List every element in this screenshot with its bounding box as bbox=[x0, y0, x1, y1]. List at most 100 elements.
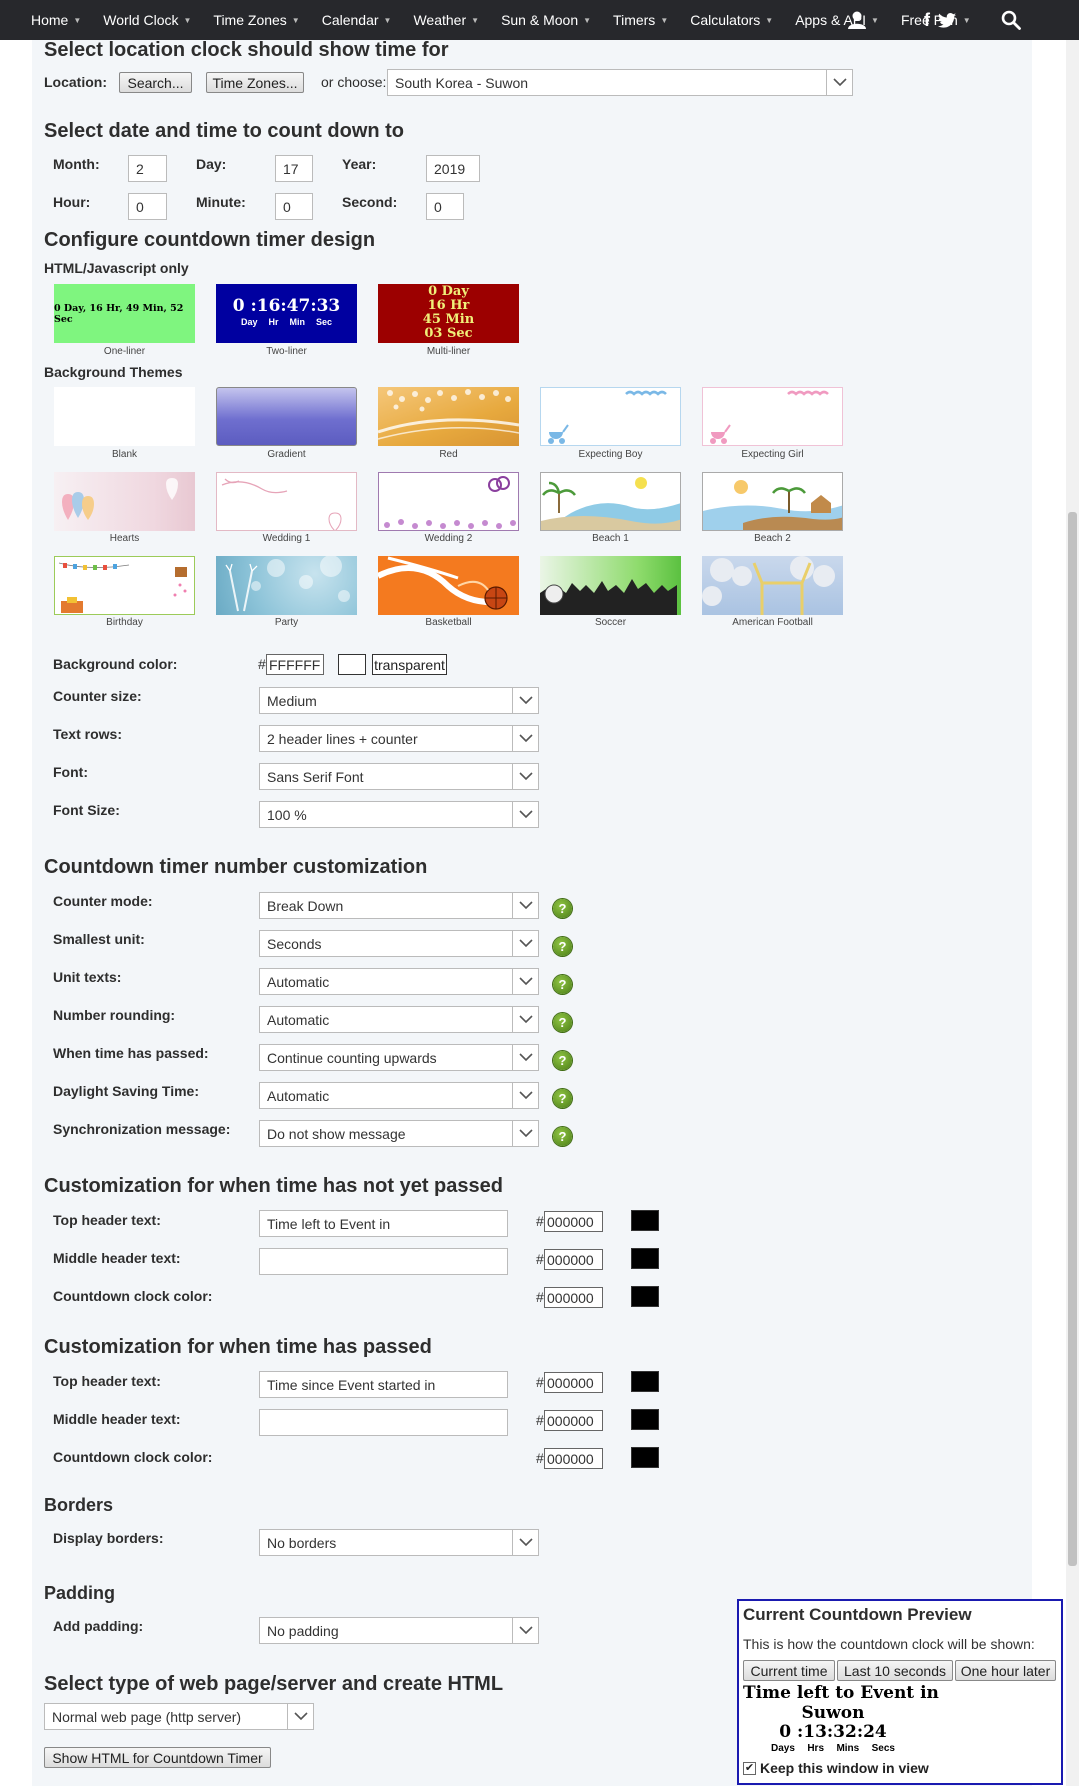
location-select[interactable]: South Korea - Suwon bbox=[387, 69, 853, 96]
nav-time-zones[interactable]: Time Zones ▼ bbox=[202, 0, 310, 40]
number-rounding-select[interactable]: Automatic bbox=[259, 1006, 539, 1033]
chevron-down-icon bbox=[287, 1704, 313, 1729]
not-passed-top-header-input[interactable]: Time left to Event in bbox=[259, 1210, 508, 1237]
nav-home[interactable]: Home ▼ bbox=[0, 0, 92, 40]
second-field[interactable]: 0 bbox=[426, 193, 464, 220]
sync-message-value: Do not show message bbox=[267, 1125, 406, 1142]
multi-liner-caption: Multi-liner bbox=[426, 346, 471, 357]
show-html-button[interactable]: Show HTML for Countdown Timer bbox=[44, 1747, 271, 1768]
nav-world-clock[interactable]: World Clock ▼ bbox=[92, 0, 202, 40]
theme-expecting-boy-thumb[interactable] bbox=[540, 387, 681, 446]
theme-gradient-thumb[interactable] bbox=[216, 387, 357, 446]
not-passed-middle-label: Middle header text: bbox=[53, 1250, 181, 1266]
help-icon[interactable]: ? bbox=[553, 937, 572, 956]
theme-party-thumb[interactable] bbox=[216, 556, 357, 615]
passed-middle-header-input[interactable] bbox=[259, 1409, 508, 1436]
help-icon[interactable]: ? bbox=[553, 899, 572, 918]
theme-beach-2-thumb[interactable] bbox=[702, 472, 843, 531]
not-passed-middle-color-field[interactable]: 000000 bbox=[544, 1249, 603, 1270]
year-field[interactable]: 2019 bbox=[426, 155, 480, 182]
passed-top-color-field[interactable]: 000000 bbox=[544, 1372, 603, 1393]
not-passed-heading: Customization for when time has not yet … bbox=[44, 1175, 503, 1197]
passed-top-color-swatch[interactable] bbox=[631, 1371, 659, 1392]
help-icon[interactable]: ? bbox=[553, 1089, 572, 1108]
scrollbar-thumb[interactable] bbox=[1068, 512, 1077, 1566]
nav-calculators[interactable]: Calculators ▼ bbox=[679, 0, 784, 40]
minute-field[interactable]: 0 bbox=[275, 193, 313, 220]
help-icon[interactable]: ? bbox=[553, 1127, 572, 1146]
keep-in-view-checkbox[interactable]: ✔ bbox=[743, 1762, 756, 1775]
not-passed-middle-header-input[interactable] bbox=[259, 1248, 508, 1275]
theme-blank-thumb[interactable] bbox=[54, 387, 195, 446]
theme-expecting-girl-thumb[interactable] bbox=[702, 387, 843, 446]
one-liner-caption: One-liner bbox=[103, 346, 146, 357]
nav-sun-moon-label: Sun & Moon bbox=[501, 12, 579, 28]
nav-weather[interactable]: Weather ▼ bbox=[402, 0, 490, 40]
html-js-heading: HTML/Javascript only bbox=[44, 260, 189, 276]
not-passed-top-color-swatch[interactable] bbox=[631, 1210, 659, 1231]
theme-caption: Wedding 2 bbox=[424, 533, 473, 544]
not-passed-clock-color-swatch[interactable] bbox=[631, 1286, 659, 1307]
passed-middle-color-swatch[interactable] bbox=[631, 1409, 659, 1430]
transparent-button[interactable]: transparent bbox=[372, 654, 447, 675]
font-size-select[interactable]: 100 % bbox=[259, 801, 539, 828]
nav-sun-moon[interactable]: Sun & Moon ▼ bbox=[490, 0, 602, 40]
not-passed-middle-color-swatch[interactable] bbox=[631, 1248, 659, 1269]
preview-current-time-button[interactable]: Current time bbox=[743, 1660, 835, 1681]
preview-last-10-seconds-button[interactable]: Last 10 seconds bbox=[837, 1660, 953, 1681]
time-passed-select[interactable]: Continue counting upwards bbox=[259, 1044, 539, 1071]
sync-message-select[interactable]: Do not show message bbox=[259, 1120, 539, 1147]
bg-color-swatch[interactable] bbox=[338, 654, 366, 675]
bg-color-field[interactable]: FFFFFF bbox=[266, 654, 324, 675]
style-multi-liner-thumb[interactable]: 0 Day 16 Hr 45 Min 03 Sec bbox=[378, 284, 519, 343]
not-passed-top-color-field[interactable]: 000000 bbox=[544, 1211, 603, 1232]
help-icon[interactable]: ? bbox=[553, 1051, 572, 1070]
chevron-down-icon: ▼ bbox=[660, 15, 669, 25]
hour-field[interactable]: 0 bbox=[128, 193, 167, 220]
twitter-icon[interactable] bbox=[936, 0, 958, 40]
theme-wedding-1-thumb[interactable] bbox=[216, 472, 357, 531]
theme-red-thumb[interactable] bbox=[378, 387, 519, 446]
help-icon[interactable]: ? bbox=[553, 975, 572, 994]
dst-select[interactable]: Automatic bbox=[259, 1082, 539, 1109]
facebook-icon[interactable]: f bbox=[918, 0, 936, 40]
theme-wedding-2-thumb[interactable] bbox=[378, 472, 519, 531]
counter-mode-select[interactable]: Break Down bbox=[259, 892, 539, 919]
countdown-preview-panel: Current Countdown Preview This is how th… bbox=[737, 1599, 1063, 1785]
display-borders-select[interactable]: No borders bbox=[259, 1529, 539, 1556]
passed-middle-color-field[interactable]: 000000 bbox=[544, 1410, 603, 1431]
theme-beach-1-thumb[interactable] bbox=[540, 472, 681, 531]
style-one-liner-thumb[interactable]: 0 Day, 16 Hr, 49 Min, 52 Sec bbox=[54, 284, 195, 343]
month-field[interactable]: 2 bbox=[128, 155, 167, 182]
theme-caption: Blank bbox=[111, 449, 137, 460]
theme-caption: Gradient bbox=[267, 449, 306, 460]
user-account-icon[interactable] bbox=[842, 0, 872, 40]
text-rows-select[interactable]: 2 header lines + counter bbox=[259, 725, 539, 752]
theme-american-football-thumb[interactable] bbox=[702, 556, 843, 615]
counter-size-select[interactable]: Medium bbox=[259, 687, 539, 714]
passed-top-header-input[interactable]: Time since Event started in bbox=[259, 1371, 508, 1398]
nav-timers[interactable]: Timers ▼ bbox=[602, 0, 679, 40]
passed-clock-color-swatch[interactable] bbox=[631, 1447, 659, 1468]
help-icon[interactable]: ? bbox=[553, 1013, 572, 1032]
location-search-button[interactable]: Search... bbox=[119, 72, 192, 93]
search-icon[interactable] bbox=[998, 0, 1024, 40]
theme-birthday-thumb[interactable] bbox=[54, 556, 195, 615]
nav-calendar[interactable]: Calendar ▼ bbox=[311, 0, 403, 40]
server-type-select[interactable]: Normal web page (http server) bbox=[44, 1703, 314, 1730]
time-zones-button[interactable]: Time Zones... bbox=[206, 72, 304, 93]
font-select[interactable]: Sans Serif Font bbox=[259, 763, 539, 790]
nav-apps-api[interactable]: Apps & API ▼ bbox=[784, 0, 890, 40]
style-two-liner-thumb[interactable]: 0 :16:47:33 Day Hr Min Sec bbox=[216, 284, 357, 343]
smallest-unit-select[interactable]: Seconds bbox=[259, 930, 539, 957]
preview-one-hour-later-button[interactable]: One hour later bbox=[955, 1660, 1056, 1681]
theme-basketball-thumb[interactable] bbox=[378, 556, 519, 615]
not-passed-clock-color-field[interactable]: 000000 bbox=[544, 1287, 603, 1308]
passed-clock-color-field[interactable]: 000000 bbox=[544, 1448, 603, 1469]
second-label: Second: bbox=[342, 194, 398, 210]
unit-texts-select[interactable]: Automatic bbox=[259, 968, 539, 995]
day-field[interactable]: 17 bbox=[275, 155, 313, 182]
add-padding-select[interactable]: No padding bbox=[259, 1617, 539, 1644]
theme-hearts-thumb[interactable] bbox=[54, 472, 195, 531]
theme-soccer-thumb[interactable] bbox=[540, 556, 681, 615]
